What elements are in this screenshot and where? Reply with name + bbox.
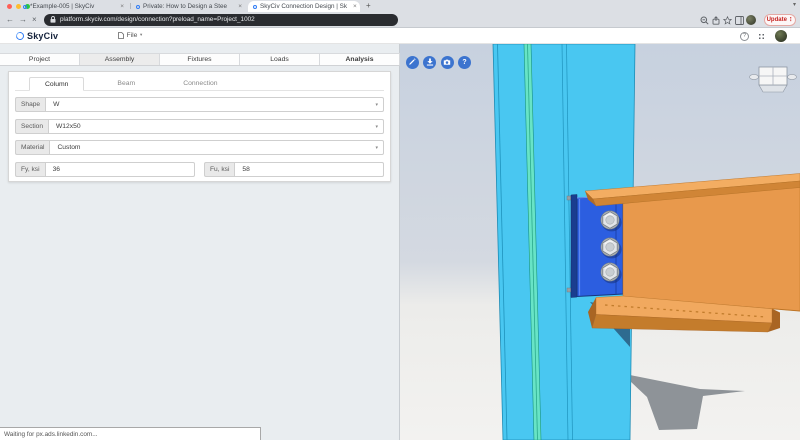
close-window-button[interactable] (7, 3, 12, 9)
browser-tab-3-active[interactable]: SkyCiv Connection Design | Sk × (248, 1, 360, 12)
shape-select[interactable]: W ▾ (45, 97, 384, 112)
skyciv-favicon-icon (253, 4, 257, 9)
pencil-icon (409, 58, 416, 65)
renderer-help-button[interactable]: ? (458, 55, 471, 69)
tab-close-icon[interactable]: × (117, 3, 124, 10)
browser-tab-2[interactable]: Private: How to Design a Stee × (131, 1, 247, 12)
tab-assembly[interactable]: Assembly (80, 54, 160, 65)
subtab-connection[interactable]: Connection (168, 77, 232, 90)
tab-close-icon[interactable]: × (235, 3, 242, 10)
zoom-icon[interactable] (700, 16, 709, 25)
forward-button[interactable]: → (19, 15, 27, 25)
browser-toolbar: ← → × platform.skyciv.com/design/connect… (0, 12, 800, 28)
browser-tab-1[interactable]: *Example-005 | SkyCiv × (18, 1, 129, 12)
skyciv-favicon-icon (136, 4, 140, 9)
subtab-column[interactable]: Column (29, 77, 85, 91)
screenshot-button[interactable] (440, 55, 454, 69)
tab-loads[interactable]: Loads (240, 54, 320, 65)
fy-field-group: Fy, ksi 36 (15, 161, 195, 177)
skyciv-favicon-icon (23, 4, 27, 9)
tab-title: Private: How to Design a Stee (143, 3, 227, 10)
skyciv-logo-icon (14, 29, 26, 42)
section-label: Section (15, 118, 48, 134)
download-icon (426, 58, 433, 66)
main-tab-bar: Project Assembly Fixtures Loads Analysis (0, 53, 400, 66)
tab-title: *Example-005 | SkyCiv (30, 3, 95, 10)
download-button[interactable] (423, 55, 436, 69)
address-bar[interactable]: platform.skyciv.com/design/connection?pr… (44, 13, 398, 26)
material-label: Material (15, 140, 50, 155)
chevron-down-icon: ▾ (375, 102, 378, 108)
more-menu-icon[interactable]: ⋮ (788, 17, 794, 23)
tab-close-icon[interactable]: × (350, 3, 357, 10)
apps-grid-icon[interactable] (758, 32, 765, 40)
stop-loading-button[interactable]: × (32, 15, 37, 25)
lock-icon (50, 16, 56, 23)
chevron-down-icon: ▾ (375, 145, 378, 151)
tab-fixtures[interactable]: Fixtures (160, 54, 240, 65)
share-icon[interactable] (712, 16, 720, 25)
edit-annotation-button[interactable] (405, 55, 419, 69)
browser-tab-strip: *Example-005 | SkyCiv × Private: How to … (0, 0, 800, 12)
chrome-update-button[interactable]: Update ⋮ (764, 14, 796, 26)
new-tab-button[interactable]: + (366, 1, 371, 10)
url-text: platform.skyciv.com/design/connection?pr… (60, 16, 255, 24)
strength-row: Fy, ksi 36 Fu, ksi 58 (15, 161, 384, 177)
tab-search-chevron-icon[interactable]: ▾ (793, 1, 796, 8)
account-avatar[interactable] (775, 30, 787, 42)
column-form: Shape W ▾ Section W12x50 ▾ Material Cust… (9, 91, 390, 183)
file-menu[interactable]: File ▾ (118, 32, 142, 39)
material-select[interactable]: Custom ▾ (49, 140, 384, 155)
fu-label: Fu, ksi (204, 161, 235, 177)
subtab-beam[interactable]: Beam (102, 77, 150, 90)
browser-profile-avatar[interactable] (746, 15, 756, 25)
browser-window: *Example-005 | SkyCiv × Private: How to … (0, 0, 800, 440)
shape-label: Shape (15, 97, 46, 112)
skyciv-app-header: SkyCiv File ▾ ? (0, 28, 800, 44)
section-field-group: Section W12x50 ▾ (15, 118, 384, 134)
skyciv-logo-text: SkyCiv (27, 30, 59, 41)
help-icon: ? (462, 58, 467, 66)
status-bar: Waiting for px.ads.linkedin.com... (0, 427, 261, 440)
material-field-group: Material Custom ▾ (15, 140, 384, 155)
tab-title: SkyCiv Connection Design | Sk (260, 3, 348, 10)
back-button[interactable]: ← (6, 15, 14, 25)
renderer-3d-viewport[interactable]: ? (400, 44, 800, 440)
tab-analysis[interactable]: Analysis (320, 54, 400, 65)
file-menu-label: File (126, 31, 138, 39)
skyciv-logo[interactable]: SkyCiv (14, 29, 59, 42)
connection-3d-scene (400, 44, 800, 440)
camera-icon (443, 59, 451, 65)
chevron-down-icon: ▾ (139, 32, 143, 37)
member-sub-tabs: Column Beam Connection (15, 77, 384, 91)
fu-field-group: Fu, ksi 58 (204, 161, 384, 177)
design-sidebar-panel: Project Assembly Fixtures Loads Analysis… (0, 44, 400, 440)
fy-input[interactable]: 36 (44, 161, 195, 177)
fu-input[interactable]: 58 (234, 161, 384, 177)
help-button[interactable]: ? (740, 31, 749, 41)
shape-field-group: Shape W ▾ (15, 97, 384, 112)
chevron-down-icon: ▾ (375, 123, 378, 130)
section-select[interactable]: W12x50 ▾ (48, 118, 384, 134)
side-panel-icon[interactable] (735, 16, 744, 25)
bookmark-star-icon[interactable] (723, 16, 732, 25)
fy-label: Fy, ksi (15, 161, 45, 177)
assembly-card: Column Beam Connection Shape W ▾ Section… (8, 71, 391, 182)
tab-project[interactable]: Project (0, 54, 80, 65)
document-icon (118, 31, 124, 39)
connection-plate-3d[interactable] (566, 194, 624, 298)
